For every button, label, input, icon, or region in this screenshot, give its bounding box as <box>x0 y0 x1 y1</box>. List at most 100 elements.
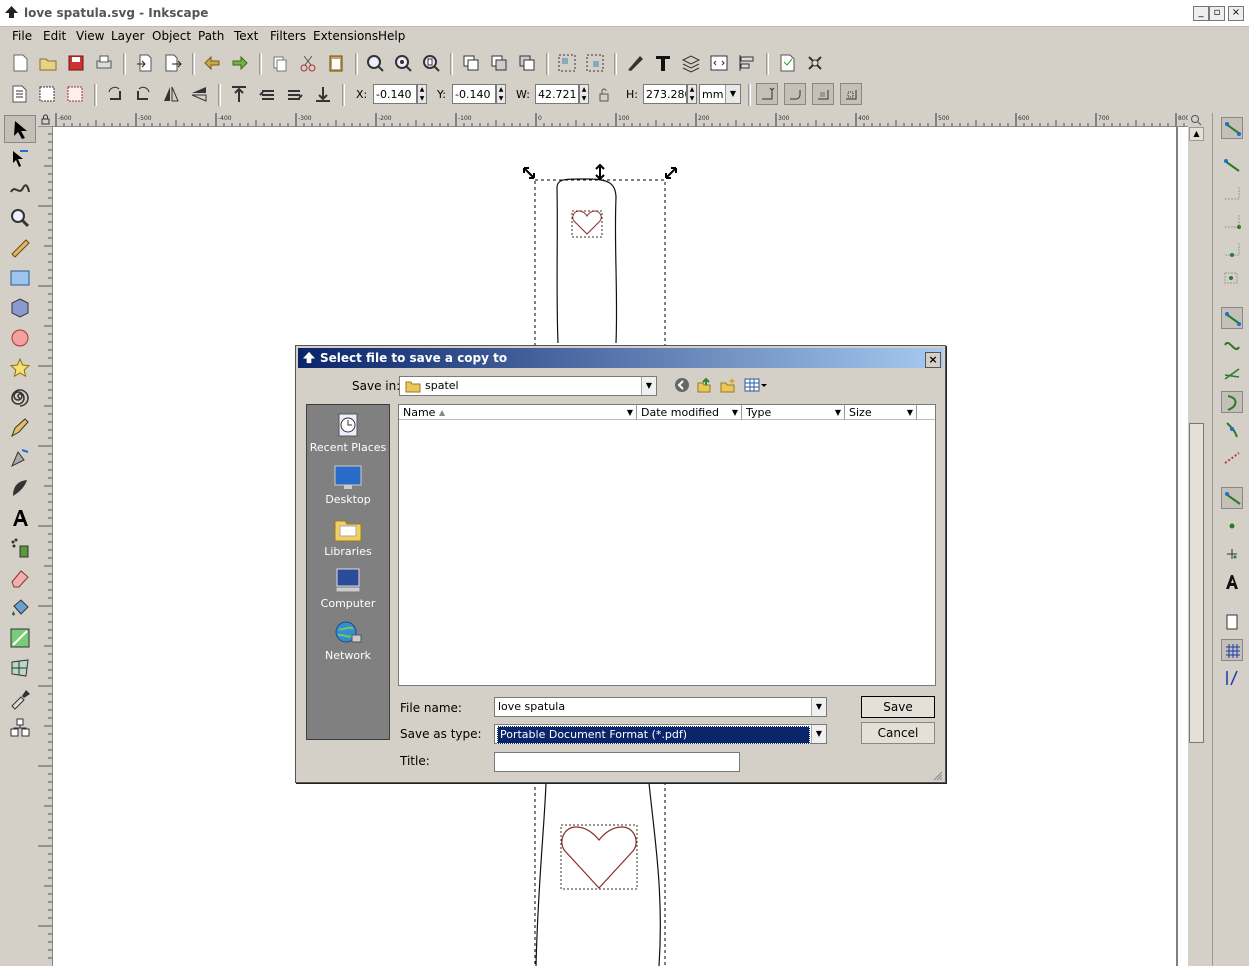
dropper-tool-icon[interactable] <box>4 684 36 712</box>
menu-text[interactable]: Text <box>234 29 258 43</box>
move-patterns-icon[interactable] <box>840 83 862 105</box>
save-type-select[interactable]: Portable Document Format (*.pdf) ▼ <box>494 724 827 744</box>
snap-guides-icon[interactable] <box>1221 667 1243 689</box>
snap-bbox-corners-icon[interactable] <box>1221 211 1243 233</box>
tweak-tool-icon[interactable] <box>4 174 36 202</box>
snap-text-baseline-icon[interactable] <box>1221 571 1243 593</box>
connector-tool-icon[interactable] <box>4 714 36 742</box>
dialog-close-button[interactable]: × <box>925 352 941 368</box>
snap-rotation-centers-icon[interactable] <box>1221 543 1243 565</box>
3d-box-tool-icon[interactable] <box>4 294 36 322</box>
rectangle-tool-icon[interactable] <box>4 264 36 292</box>
spray-tool-icon[interactable] <box>4 534 36 562</box>
rotate-ccw-icon[interactable] <box>104 83 126 105</box>
snap-nodes-icon[interactable] <box>1221 307 1243 329</box>
menu-filters[interactable]: Filters <box>270 29 306 43</box>
place-libraries[interactable]: Libraries <box>307 515 389 565</box>
fill-stroke-icon[interactable] <box>624 52 646 74</box>
menu-view[interactable]: View <box>76 29 104 43</box>
lock-guides-icon[interactable] <box>40 114 51 125</box>
preferences-icon[interactable] <box>804 52 826 74</box>
text-tool-icon[interactable] <box>4 504 36 532</box>
x-spin-arrows[interactable]: ▲ ▼ <box>417 84 427 104</box>
flip-horizontal-icon[interactable] <box>160 83 182 105</box>
width-input[interactable]: 42.721 <box>535 84 579 104</box>
flip-vertical-icon[interactable] <box>188 83 210 105</box>
undo-icon[interactable] <box>201 52 223 74</box>
resize-grip-icon[interactable] <box>932 770 943 781</box>
place-network[interactable]: Network <box>307 619 389 669</box>
rotate-cw-icon[interactable] <box>132 83 154 105</box>
align-distribute-icon[interactable] <box>736 52 758 74</box>
ellipse-tool-icon[interactable] <box>4 324 36 352</box>
calligraphy-tool-icon[interactable] <box>4 474 36 502</box>
text-font-icon[interactable] <box>652 52 674 74</box>
vertical-scrollbar[interactable]: ▲ <box>1188 113 1206 966</box>
file-list[interactable]: Name ▲ ▼ Date modified ▼ Type ▼ Size ▼ <box>398 404 936 686</box>
new-document-icon[interactable] <box>9 52 31 74</box>
lower-icon[interactable] <box>284 83 306 105</box>
file-name-input[interactable]: love spatula ▼ <box>494 697 827 717</box>
snap-cusp-nodes-icon[interactable] <box>1221 391 1243 413</box>
copy-icon[interactable] <box>269 52 291 74</box>
snap-grids-icon[interactable] <box>1221 639 1243 661</box>
export-icon[interactable] <box>162 52 184 74</box>
save-icon[interactable] <box>65 52 87 74</box>
document-properties-icon[interactable] <box>776 52 798 74</box>
save-in-dropdown[interactable]: spatel ▼ <box>399 376 657 396</box>
column-size[interactable]: Size ▼ <box>845 405 917 420</box>
new-folder-icon[interactable] <box>720 377 736 393</box>
column-name[interactable]: Name ▲ ▼ <box>399 405 637 420</box>
snap-enable-icon[interactable] <box>1221 117 1243 139</box>
mesh-tool-icon[interactable] <box>4 654 36 682</box>
unlink-clone-icon[interactable] <box>516 52 538 74</box>
cut-icon[interactable] <box>297 52 319 74</box>
paint-bucket-tool-icon[interactable] <box>4 594 36 622</box>
menu-edit[interactable]: Edit <box>43 29 66 43</box>
save-button[interactable]: Save <box>861 696 935 718</box>
menu-layer[interactable]: Layer <box>111 29 144 43</box>
xml-editor-icon[interactable] <box>708 52 730 74</box>
star-tool-icon[interactable] <box>4 354 36 382</box>
move-gradients-icon[interactable] <box>812 83 834 105</box>
snap-bbox-edges-icon[interactable] <box>1221 183 1243 205</box>
zoom-page-icon[interactable] <box>420 52 442 74</box>
node-tool-icon[interactable] <box>4 145 36 173</box>
menu-path[interactable]: Path <box>198 29 224 43</box>
snap-page-border-icon[interactable] <box>1221 611 1243 633</box>
duplicate-icon[interactable] <box>460 52 482 74</box>
lock-ratio-icon[interactable] <box>598 88 610 102</box>
deselect-icon[interactable] <box>64 83 86 105</box>
maximize-button[interactable]: ▫ <box>1209 6 1225 21</box>
selector-tool-icon[interactable] <box>4 115 36 143</box>
import-icon[interactable] <box>134 52 156 74</box>
snap-bbox-midpoints-icon[interactable] <box>1221 239 1243 261</box>
scroll-thumb[interactable] <box>1189 423 1204 743</box>
menu-object[interactable]: Object <box>152 29 191 43</box>
place-computer[interactable]: Computer <box>307 567 389 617</box>
open-folder-icon[interactable] <box>37 52 59 74</box>
zoom-selection-icon[interactable] <box>364 52 386 74</box>
height-input[interactable]: 273.280 <box>643 84 687 104</box>
print-icon[interactable] <box>93 52 115 74</box>
ungroup-icon[interactable] <box>584 52 606 74</box>
snap-intersections-icon[interactable] <box>1221 363 1243 385</box>
x-coordinate-input[interactable]: -0.140 <box>373 84 417 104</box>
snap-line-midpoints-icon[interactable] <box>1221 447 1243 469</box>
zoom-tool-icon[interactable] <box>4 204 36 232</box>
unit-select[interactable]: mm ▼ <box>699 84 741 104</box>
zoom-corner-icon[interactable] <box>1190 114 1202 126</box>
spiral-tool-icon[interactable] <box>4 384 36 412</box>
measure-tool-icon[interactable] <box>4 234 36 262</box>
eraser-tool-icon[interactable] <box>4 564 36 592</box>
group-icon[interactable] <box>556 52 578 74</box>
place-recent-places[interactable]: Recent Places <box>307 411 389 461</box>
title-input[interactable] <box>494 752 740 772</box>
up-folder-icon[interactable] <box>696 377 712 393</box>
minimize-button[interactable]: _ <box>1193 6 1209 21</box>
height-spin-arrows[interactable]: ▲ ▼ <box>687 84 697 104</box>
pencil-tool-icon[interactable] <box>4 414 36 442</box>
scale-stroke-icon[interactable] <box>756 83 778 105</box>
y-spin-arrows[interactable]: ▲ ▼ <box>496 84 506 104</box>
close-window-button[interactable]: × <box>1228 6 1244 21</box>
